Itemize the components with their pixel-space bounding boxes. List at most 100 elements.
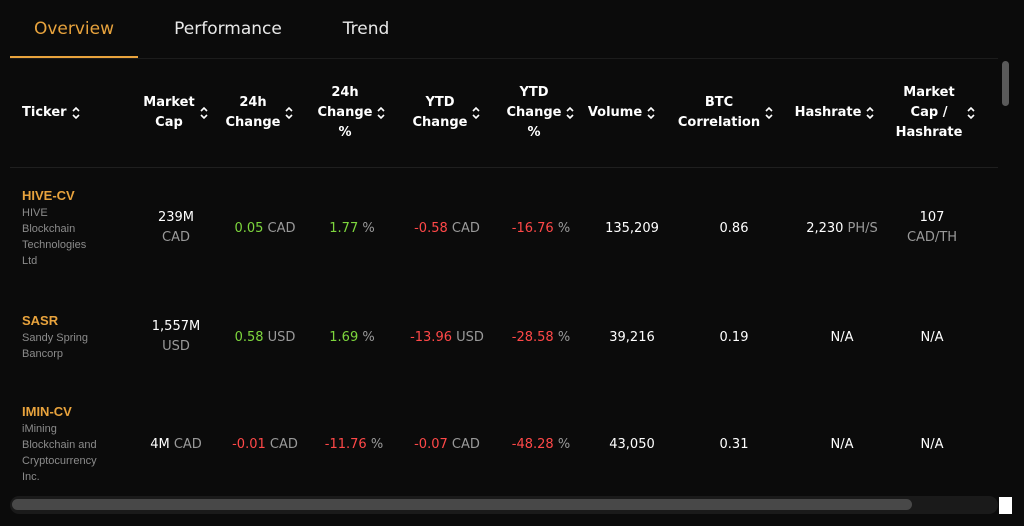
sort-updown-icon [285,106,294,120]
company-name-line: Cryptocurrency [22,454,97,467]
currency-unit: CAD [162,230,190,245]
col-header-ytd-change[interactable]: YTD Change [394,59,500,167]
sort-updown-icon [200,106,208,120]
col-header-label: BTC Correlation [677,95,761,130]
market-cap-value: 4M [150,436,170,452]
change-24h-pct-cell: -11.76 % [304,386,404,493]
col-header-label: Market Cap [143,95,195,130]
ytd-change-value: -13.96 [410,329,452,345]
sort-updown-icon [866,106,875,120]
ytd-change-cell: -0.58 CAD [394,168,500,288]
col-header-label: Market Cap / Hashrate [895,85,963,140]
horizontal-scroll-thumb[interactable] [12,499,912,510]
change-24h-pct-value: 1.69 [329,329,359,345]
company-name-line: Blockchain [22,222,76,235]
company-name-line: Ltd [22,254,38,267]
hashrate-unit: PH/S [847,220,878,236]
col-header-label: YTD Change % [506,85,562,140]
horizontal-scrollbar[interactable] [10,496,998,514]
table-row[interactable]: SASR Sandy Spring Bancorp 1,557M USD 0.5… [10,288,998,386]
ytd-change-cell: -13.96 USD [394,288,500,386]
ytd-change-pct-value: -28.58 [511,329,554,345]
col-header-label: 24h Change % [317,85,373,140]
currency-unit: CAD [267,220,296,236]
percent-unit: % [370,436,384,452]
vertical-scroll-thumb[interactable] [1002,61,1009,106]
hashrate-value: N/A [830,329,854,345]
sort-updown-icon [71,106,80,120]
sort-updown-icon [967,106,976,120]
col-header-hashrate[interactable]: Hashrate [780,59,890,167]
tab-trend[interactable]: Trend [330,0,402,58]
vertical-scrollbar[interactable] [1000,59,1012,491]
ticker-cell: HIVE-CV HIVE Blockchain Technologies Ltd [10,168,130,288]
sort-updown-icon [377,106,386,120]
percent-unit: % [557,329,571,345]
change-24h-value: 0.58 [234,329,264,345]
col-header-volume[interactable]: Volume [572,59,672,167]
ytd-change-value: -0.58 [414,220,448,236]
percent-unit: % [362,329,375,345]
tab-bar: Overview Performance Trend [10,0,1000,58]
ticker-cell: SASR Sandy Spring Bancorp [10,288,130,386]
table-row[interactable]: HIVE-CV HIVE Blockchain Technologies Ltd… [10,168,998,288]
currency-unit: CAD [173,436,202,452]
table-row[interactable]: IMIN-CV iMining Blockchain and Cryptocur… [10,386,998,493]
scrollbar-corner [999,497,1012,514]
sort-updown-icon [647,106,655,120]
table-header: Ticker Market Cap 24h Change 24h Change … [10,59,998,168]
btc-correlation-cell: 0.86 [674,168,794,288]
percent-unit: % [557,220,571,236]
sort-updown-icon [472,106,481,120]
company-name-line: Blockchain and [22,438,97,451]
volume-value: 43,050 [609,436,655,452]
hashrate-value: 2,230 [806,220,844,236]
percent-unit: % [362,220,375,236]
ticker-link[interactable]: IMIN-CV [22,404,72,419]
col-header-label: Ticker [22,105,67,120]
currency-unit: CAD [451,436,480,452]
currency-unit: CAD [451,220,480,236]
cap-per-hashrate-unit: CAD/TH [906,230,958,245]
currency-unit: USD [162,339,190,354]
volume-value: 39,216 [609,329,655,345]
ticker-link[interactable]: SASR [22,313,58,328]
col-header-label: Volume [587,105,643,120]
btc-correlation-value: 0.31 [719,436,749,452]
col-header-24h-change[interactable]: 24h Change [210,59,310,167]
btc-correlation-cell: 0.19 [674,288,794,386]
company-name-line: iMining [22,422,57,435]
col-header-market-cap-per-hashrate[interactable]: Market Cap / Hashrate [882,59,990,167]
ytd-change-cell: -0.07 CAD [394,386,500,493]
ticker-cell: IMIN-CV iMining Blockchain and Cryptocur… [10,386,130,493]
sort-updown-icon [765,106,773,120]
col-header-ticker[interactable]: Ticker [10,59,130,167]
percent-unit: % [557,436,571,452]
change-24h-value: -0.01 [232,436,266,452]
cap-per-hashrate-cell: N/A [882,288,982,386]
volume-value: 135,209 [605,220,659,236]
tab-performance[interactable]: Performance [160,0,296,58]
hashrate-value: N/A [830,436,854,452]
ytd-change-value: -0.07 [414,436,448,452]
cap-per-hashrate-value: 107 [919,210,945,225]
currency-unit: USD [456,329,484,345]
market-cap-value: 1,557M [151,319,201,334]
btc-correlation-value: 0.19 [719,329,749,345]
col-header-24h-change-pct[interactable]: 24h Change % [304,59,400,167]
col-header-btc-correlation[interactable]: BTC Correlation [666,59,786,167]
currency-unit: CAD [269,436,298,452]
tab-overview[interactable]: Overview [10,0,138,58]
cap-per-hashrate-value: N/A [920,329,944,345]
change-24h-pct-cell: 1.69 % [304,288,400,386]
crypto-stocks-table: Ticker Market Cap 24h Change 24h Change … [10,59,998,493]
change-24h-pct-value: 1.77 [329,220,359,236]
company-name-line: Sandy Spring [22,331,89,344]
cap-per-hashrate-cell: 107 CAD/TH [882,168,982,288]
cap-per-hashrate-cell: N/A [882,386,982,493]
ticker-link[interactable]: HIVE-CV [22,188,75,203]
company-name-line: Technologies [22,238,87,251]
col-header-label: 24h Change [225,95,281,130]
change-24h-pct-cell: 1.77 % [304,168,400,288]
col-header-label: Hashrate [794,105,862,120]
